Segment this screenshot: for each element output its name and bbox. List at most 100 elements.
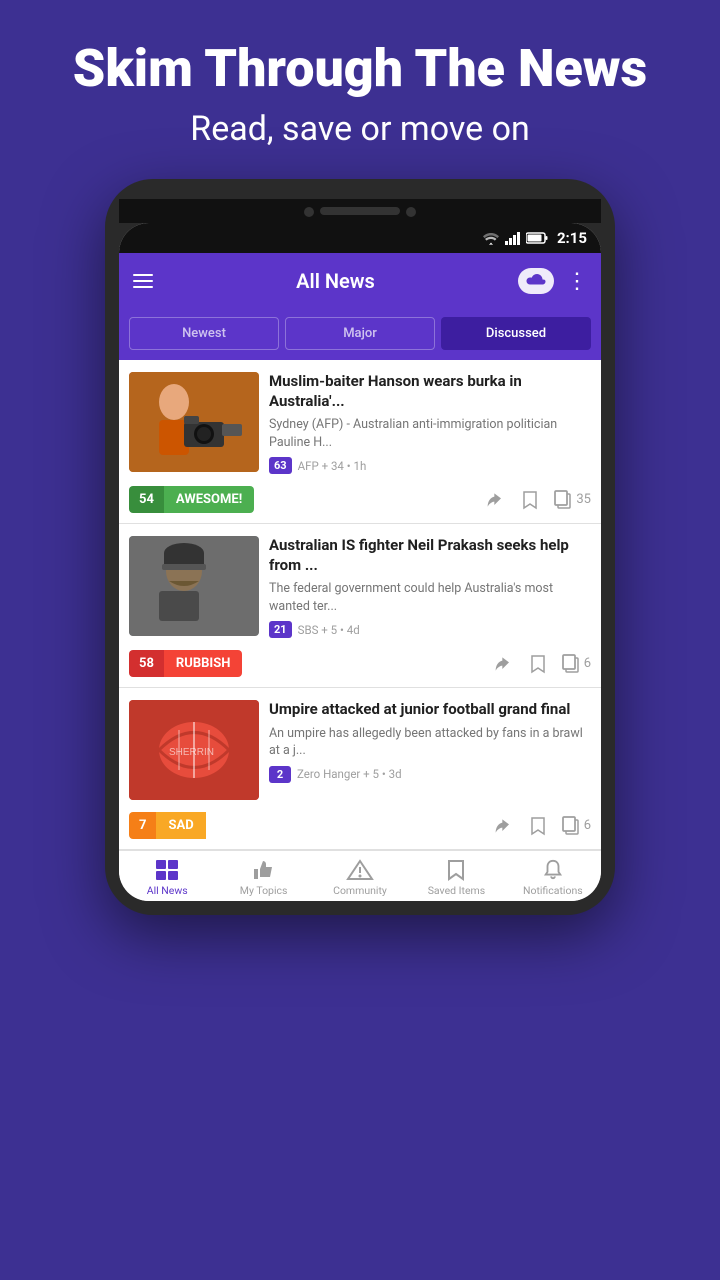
nav-notifications[interactable]: Notifications xyxy=(505,859,601,897)
news-thumbnail-2 xyxy=(129,536,259,636)
weather-button[interactable] xyxy=(518,268,554,294)
news-excerpt-3: An umpire has allegedly been attacked by… xyxy=(269,725,591,760)
grid-icon xyxy=(155,859,179,881)
tab-major[interactable]: Major xyxy=(285,317,435,350)
phone-notch xyxy=(119,199,601,223)
bell-icon xyxy=(542,859,564,881)
vote-count-3: 7 xyxy=(129,812,156,839)
vote-count-1: 54 xyxy=(129,486,164,513)
copy-group-3: 6 xyxy=(562,816,591,836)
vote-badge-1[interactable]: 54 AWESOME! xyxy=(129,486,254,513)
promo-headline: Skim Through The News xyxy=(20,40,700,97)
nav-label-my-topics: My Topics xyxy=(240,884,288,897)
news-content-1: Muslim-baiter Hanson wears burka in Aust… xyxy=(119,360,601,482)
svg-text:SHERRIN: SHERRIN xyxy=(169,747,214,758)
meta-badge-1: 63 xyxy=(269,457,292,474)
menu-button[interactable] xyxy=(133,274,153,288)
meta-badge-2: 21 xyxy=(269,621,292,638)
app-bar-title: All News xyxy=(165,269,506,293)
bottom-nav: All News My Topics Community xyxy=(119,850,601,901)
news-item-2[interactable]: Australian IS fighter Neil Prakash seeks… xyxy=(119,524,601,688)
meta-source-1: AFP + 34 • 1h xyxy=(298,459,367,473)
meta-source-3: Zero Hanger + 5 • 3d xyxy=(297,767,402,781)
news-list: Muslim-baiter Hanson wears burka in Aust… xyxy=(119,360,601,850)
news-excerpt-1: Sydney (AFP) - Australian anti-immigrati… xyxy=(269,416,591,451)
copy-count-3: 6 xyxy=(584,818,591,833)
share-icon-2[interactable] xyxy=(494,655,514,673)
status-icons: 2:15 xyxy=(482,229,587,247)
action-icons-2: 6 xyxy=(494,654,591,674)
copy-count-2: 6 xyxy=(584,656,591,671)
news-content-2: Australian IS fighter Neil Prakash seeks… xyxy=(119,524,601,646)
app-bar: All News ⋮ xyxy=(119,253,601,309)
news-meta-1: 63 AFP + 34 • 1h xyxy=(269,457,591,474)
copy-icon-2 xyxy=(562,654,580,674)
battery-icon xyxy=(526,232,548,244)
copy-group-2: 6 xyxy=(562,654,591,674)
nav-label-community: Community xyxy=(333,884,387,897)
bookmark-icon-2[interactable] xyxy=(530,654,546,674)
promo-subheadline: Read, save or move on xyxy=(20,109,700,149)
vote-label-1: AWESOME! xyxy=(164,486,254,513)
camera xyxy=(304,207,314,217)
app-promo-header: Skim Through The News Read, save or move… xyxy=(0,0,720,179)
action-row-1: 54 AWESOME! xyxy=(119,482,601,523)
news-text-3: Umpire attacked at junior football grand… xyxy=(269,700,591,800)
news-thumbnail-1 xyxy=(129,372,259,472)
news-item-3[interactable]: SHERRIN Umpire attacked at junior footba… xyxy=(119,688,601,850)
news-title-3: Umpire attacked at junior football grand… xyxy=(269,700,591,720)
nav-all-news[interactable]: All News xyxy=(119,859,215,897)
thumb-img-1 xyxy=(129,372,259,472)
news-text-1: Muslim-baiter Hanson wears burka in Aust… xyxy=(269,372,591,474)
vote-badge-3[interactable]: 7 SAD xyxy=(129,812,239,839)
vote-count-2: 58 xyxy=(129,650,164,677)
nav-saved-items[interactable]: Saved Items xyxy=(408,859,504,897)
community-icon xyxy=(346,859,374,881)
action-icons-1: 35 xyxy=(486,490,591,510)
share-icon-3[interactable] xyxy=(494,817,514,835)
tab-discussed[interactable]: Discussed xyxy=(441,317,591,350)
news-thumbnail-3: SHERRIN xyxy=(129,700,259,800)
phone-frame: 2:15 All News ⋮ Newest Major Discussed xyxy=(105,179,615,915)
speaker xyxy=(320,207,400,215)
meta-source-2: SBS + 5 • 4d xyxy=(298,623,360,637)
cloud-icon xyxy=(525,273,547,289)
filter-tabs: Newest Major Discussed xyxy=(119,309,601,360)
nav-label-notifications: Notifications xyxy=(523,884,583,897)
more-button[interactable]: ⋮ xyxy=(566,269,587,294)
copy-group-1: 35 xyxy=(554,490,591,510)
news-meta-3: 2 Zero Hanger + 5 • 3d xyxy=(269,766,591,783)
vote-badge-2[interactable]: 58 RUBBISH xyxy=(129,650,242,677)
bookmark-icon-1[interactable] xyxy=(522,490,538,510)
action-icons-3: 6 xyxy=(494,816,591,836)
copy-count-1: 35 xyxy=(576,492,591,507)
front-sensor xyxy=(406,207,416,217)
signal-icon xyxy=(505,231,521,245)
phone-screen: 2:15 All News ⋮ Newest Major Discussed xyxy=(119,223,601,901)
wifi-icon xyxy=(482,231,500,245)
action-row-2: 58 RUBBISH xyxy=(119,646,601,687)
action-row-3: 7 SAD xyxy=(119,808,601,849)
bookmark-icon-3[interactable] xyxy=(530,816,546,836)
news-content-3: SHERRIN Umpire attacked at junior footba… xyxy=(119,688,601,808)
vote-label-2: RUBBISH xyxy=(164,650,242,677)
news-title-2: Australian IS fighter Neil Prakash seeks… xyxy=(269,536,591,575)
copy-icon-1 xyxy=(554,490,572,510)
nav-community[interactable]: Community xyxy=(312,859,408,897)
news-text-2: Australian IS fighter Neil Prakash seeks… xyxy=(269,536,591,638)
news-meta-2: 21 SBS + 5 • 4d xyxy=(269,621,591,638)
nav-label-saved-items: Saved Items xyxy=(428,884,485,897)
news-title-1: Muslim-baiter Hanson wears burka in Aust… xyxy=(269,372,591,411)
clock: 2:15 xyxy=(557,229,587,247)
nav-my-topics[interactable]: My Topics xyxy=(215,859,311,897)
bookmark-nav-icon xyxy=(447,859,465,881)
tab-newest[interactable]: Newest xyxy=(129,317,279,350)
news-excerpt-2: The federal government could help Austra… xyxy=(269,580,591,615)
status-bar: 2:15 xyxy=(119,223,601,253)
thumbs-up-icon xyxy=(252,859,276,881)
nav-label-all-news: All News xyxy=(147,884,188,897)
share-icon-1[interactable] xyxy=(486,491,506,509)
news-item[interactable]: Muslim-baiter Hanson wears burka in Aust… xyxy=(119,360,601,524)
meta-badge-3: 2 xyxy=(269,766,291,783)
vote-label-3: SAD xyxy=(156,812,205,839)
